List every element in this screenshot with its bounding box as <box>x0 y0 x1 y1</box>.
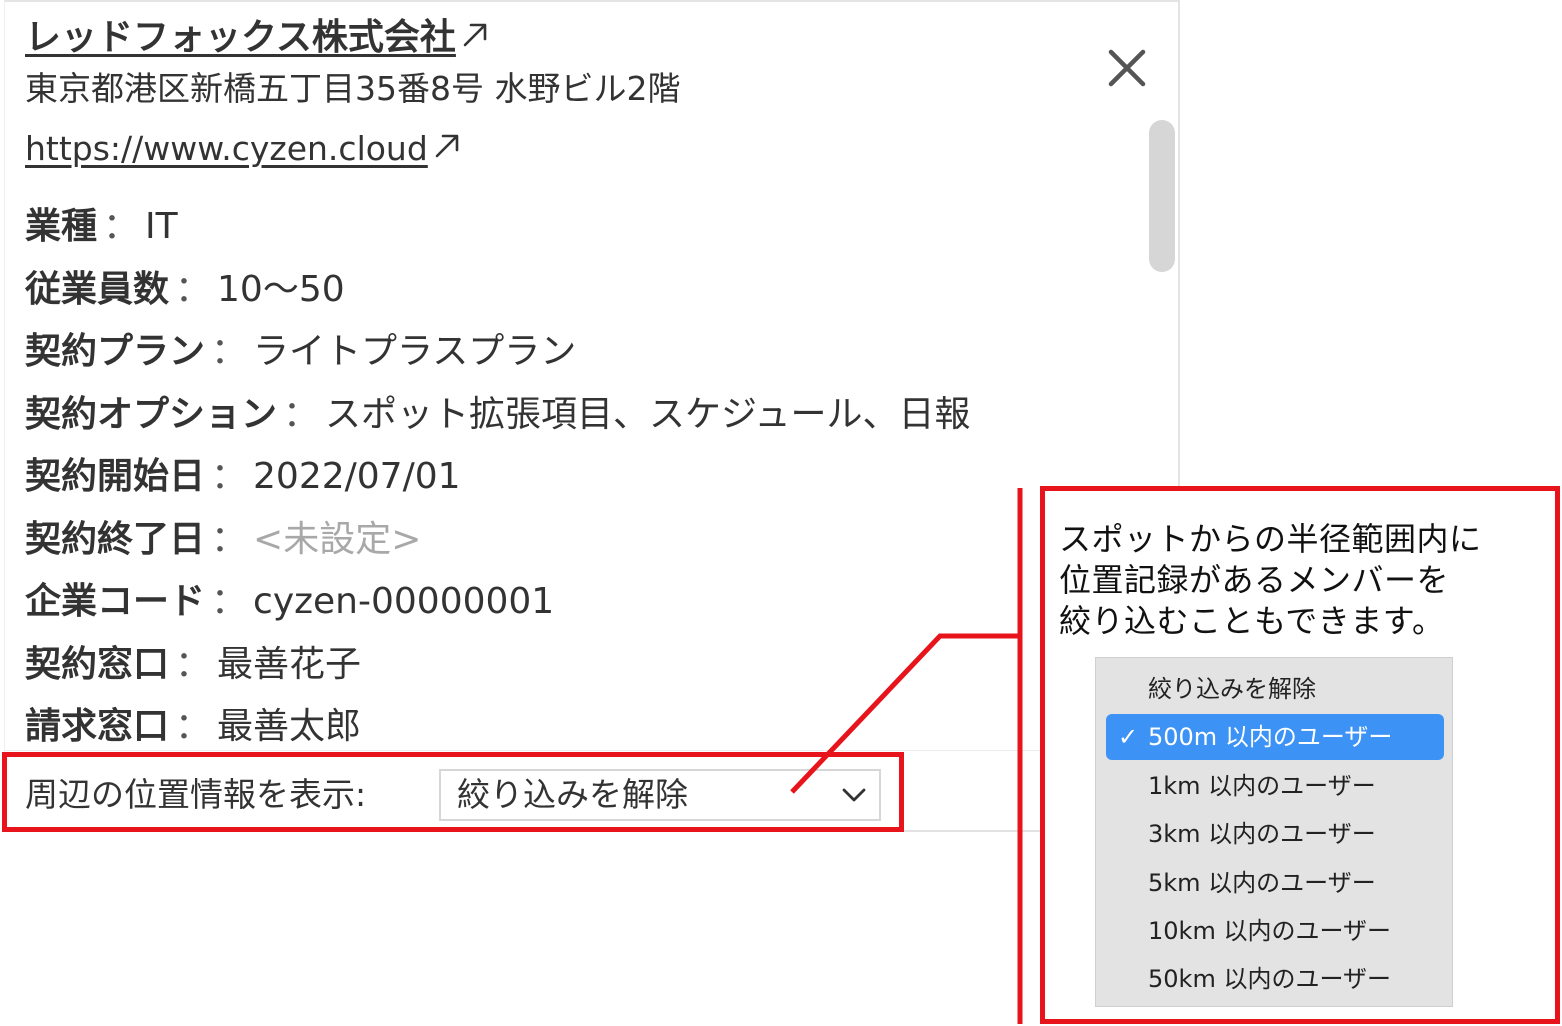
field-separator: ： <box>211 581 248 622</box>
field-separator: ： <box>103 206 140 247</box>
field-separator: ： <box>211 456 248 497</box>
field-list: 業種： IT 従業員数： 10〜50 契約プラン：ライトプラスプラン 契約オプション… <box>25 196 1145 750</box>
field-label: 契約プラン <box>25 331 206 372</box>
company-name-link[interactable]: レッドフォックス株式会社 <box>25 14 456 62</box>
field-value: スポット拡張項目、スケジュール、日報 <box>325 393 971 435</box>
field-row-company-code: 企業コード： cyzen-00000001 <box>25 571 1145 634</box>
callout-line: 絞り込むこともできます。 <box>1059 602 1445 640</box>
annotation-callout-box: スポットからの半径範囲内に 位置記録があるメンバーを 絞り込むこともできます。 … <box>1040 486 1560 1024</box>
external-link-icon[interactable] <box>432 130 462 160</box>
nearby-filter-select[interactable]: 絞り込みを解除 <box>439 769 881 821</box>
menu-item-clear-filter[interactable]: 絞り込みを解除 <box>1106 666 1444 712</box>
field-separator: ： <box>175 643 212 685</box>
popup-content: レッドフォックス株式会社 東京都港区新橋五丁目35番8号 水野ビル2階 http… <box>25 14 1145 750</box>
field-row-plan: 契約プラン：ライトプラスプラン <box>25 321 1145 384</box>
menu-item-label: 絞り込みを解除 <box>1148 675 1316 703</box>
field-label: 契約オプション <box>25 393 278 435</box>
chevron-down-icon <box>842 788 866 802</box>
field-label: 業種 <box>25 206 98 247</box>
field-value: IT <box>145 206 178 247</box>
field-separator: ： <box>211 518 248 560</box>
website-link[interactable]: https://www.cyzen.cloud <box>25 129 428 168</box>
field-label: 請求窓口 <box>25 706 170 747</box>
field-row-end-date: 契約終了日： <未設定> <box>25 509 1145 572</box>
menu-item-500m[interactable]: ✓ 500m 以内のユーザー <box>1106 714 1444 760</box>
close-icon[interactable] <box>1105 46 1149 90</box>
website-row: https://www.cyzen.cloud <box>25 124 1145 174</box>
field-label: 契約窓口 <box>25 643 170 685</box>
menu-item-label: 500m 以内のユーザー <box>1148 723 1393 751</box>
field-row-industry: 業種： IT <box>25 196 1145 259</box>
menu-item-label: 10km 以内のユーザー <box>1148 917 1391 945</box>
field-value: 最善太郎 <box>217 706 362 747</box>
field-value: 2022/07/01 <box>253 456 461 497</box>
scrollbar-thumb[interactable] <box>1149 120 1175 272</box>
callout-line: 位置記録があるメンバーを <box>1059 561 1450 599</box>
field-row-start-date: 契約開始日： 2022/07/01 <box>25 446 1145 509</box>
nearby-filter-bar: 周辺の位置情報を表示: 絞り込みを解除 <box>5 750 1178 832</box>
callout-text: スポットからの半径範囲内に 位置記録があるメンバーを 絞り込むこともできます。 <box>1059 519 1549 642</box>
callout-line: スポットからの半径範囲内に <box>1059 520 1482 558</box>
field-separator: ： <box>175 706 212 747</box>
menu-item-3km[interactable]: 3km 以内のユーザー <box>1106 811 1444 857</box>
field-label: 従業員数 <box>25 268 170 310</box>
company-address: 東京都港区新橋五丁目35番8号 水野ビル2階 <box>25 69 681 108</box>
menu-item-1km[interactable]: 1km 以内のユーザー <box>1106 763 1444 809</box>
field-row-options: 契約オプション：スポット拡張項目、スケジュール、日報 <box>25 384 1145 447</box>
field-separator: ： <box>211 331 248 372</box>
company-header: レッドフォックス株式会社 <box>25 14 1145 62</box>
menu-item-label: 50km 以内のユーザー <box>1148 965 1391 993</box>
spot-info-popup: レッドフォックス株式会社 東京都港区新橋五丁目35番8号 水野ビル2階 http… <box>4 0 1180 832</box>
field-label: 企業コード <box>25 581 206 622</box>
close-button[interactable] <box>1105 46 1149 90</box>
field-row-contract-contact: 契約窓口：最善花子 <box>25 634 1145 697</box>
menu-item-50km[interactable]: 50km 以内のユーザー <box>1106 956 1444 1002</box>
field-value: ライトプラスプラン <box>253 331 577 372</box>
external-link-icon[interactable] <box>460 19 490 49</box>
menu-item-label: 1km 以内のユーザー <box>1148 772 1376 800</box>
checkmark-icon: ✓ <box>1118 723 1139 751</box>
menu-item-label: 3km 以内のユーザー <box>1148 820 1376 848</box>
menu-item-label: 5km 以内のユーザー <box>1148 869 1376 897</box>
field-value-unset: <未設定> <box>253 518 422 560</box>
field-value: 10〜50 <box>217 268 345 310</box>
menu-item-10km[interactable]: 10km 以内のユーザー <box>1106 908 1444 954</box>
field-row-billing-contact: 請求窓口：最善太郎 <box>25 696 1145 750</box>
nearby-filter-label: 周辺の位置情報を表示: <box>25 775 367 814</box>
field-separator: ： <box>283 393 320 435</box>
bottom-bar-shadow <box>5 830 1178 832</box>
field-label: 契約開始日 <box>25 456 206 497</box>
field-value: 最善花子 <box>217 643 362 685</box>
nearby-filter-selected-value: 絞り込みを解除 <box>457 775 688 814</box>
popup-scroll-area[interactable]: レッドフォックス株式会社 東京都港区新橋五丁目35番8号 水野ビル2階 http… <box>5 2 1155 750</box>
field-separator: ： <box>175 268 212 310</box>
field-label: 契約終了日 <box>25 518 206 560</box>
screenshot-stage: レッドフォックス株式会社 東京都港区新橋五丁目35番8号 水野ビル2階 http… <box>0 0 1562 1026</box>
field-value: cyzen-00000001 <box>253 581 555 622</box>
field-row-employees: 従業員数： 10〜50 <box>25 259 1145 322</box>
menu-item-5km[interactable]: 5km 以内のユーザー <box>1106 860 1444 906</box>
radius-dropdown-menu: 絞り込みを解除 ✓ 500m 以内のユーザー 1km 以内のユーザー 3km 以内… <box>1095 657 1453 1007</box>
